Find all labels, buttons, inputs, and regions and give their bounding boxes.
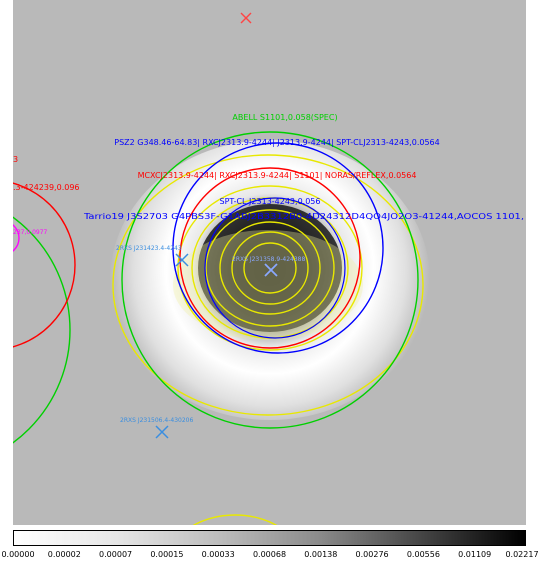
label-rxs-center: 2RXS J231358.9-424388	[232, 256, 305, 263]
label-tarrio: Tarrio19 J3S2703 G4PBS3F-G1ABJ2B3312B0-4…	[83, 212, 524, 221]
colorbar-tick-label: 0.00276	[355, 550, 389, 559]
label-spt: SPT-CL J2313-4243,0.056	[220, 197, 321, 206]
label-rxs-left: 2RXS J231423.4-4243	[116, 245, 182, 252]
colorbar-tick-label: 0.00002	[47, 550, 81, 559]
colorbar-tick-label: 0.00015	[150, 550, 184, 559]
colorbar-tick-label: 0.00068	[252, 550, 287, 559]
label-left-red-small: 3	[13, 155, 18, 164]
colorbar-tick-label: 0.00556	[406, 550, 440, 559]
colorbar-tick-label: 0.00138	[304, 550, 338, 559]
label-psz2: PSZ2 G348.46-64.83| RXCJ2313.9-4244| J23…	[114, 138, 439, 147]
sky-image-viewer[interactable]: ABELL S1101,0.058(SPEC) PSZ2 G348.46-64.…	[0, 0, 541, 577]
colorbar-tick-label: 0.00007	[99, 550, 133, 559]
colorbar-tick-label: 0.01109	[458, 550, 492, 559]
colorbar-ticks: 0.00000 0.00002 0.00007 0.00015 0.00033 0.000…	[0, 550, 541, 570]
label-magenta: 237,0.0977	[13, 229, 48, 236]
label-mcxc: MCXCJ2313.9-4244| RXCJ2313.9-4244| S1101…	[138, 171, 417, 180]
colorbar	[13, 530, 526, 546]
label-rxs-bottom: 2RXS J231506.4-430206	[120, 417, 193, 424]
colorbar-tick-label: 0.00000	[1, 550, 35, 559]
colorbar-tick-label: 0.02217	[505, 550, 539, 559]
label-left-red: .3-424239,0.096	[13, 183, 80, 192]
colorbar-tick-label: 0.00033	[201, 550, 235, 559]
label-abell: ABELL S1101,0.058(SPEC)	[232, 113, 337, 122]
